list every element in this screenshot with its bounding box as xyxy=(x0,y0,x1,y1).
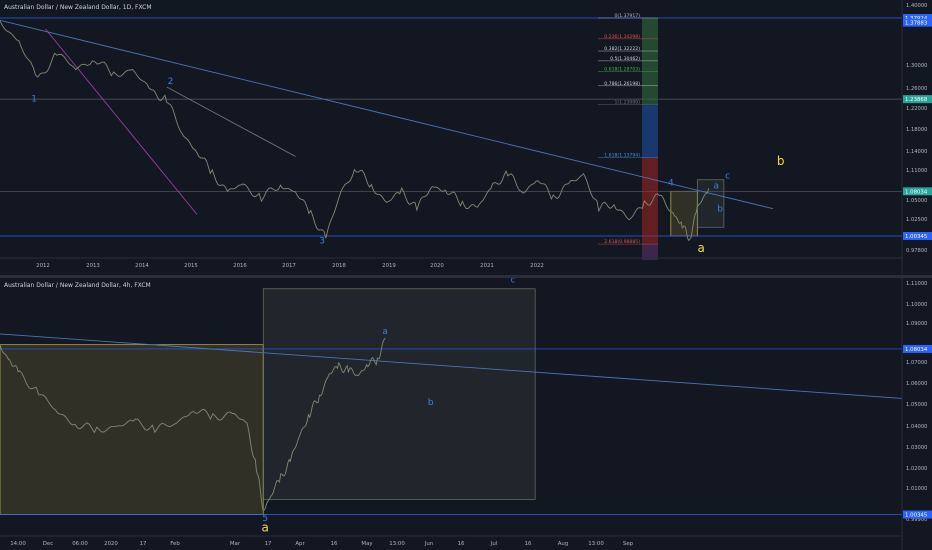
daily-x-tick: 2022 xyxy=(530,263,544,269)
daily-y-tick: 1.22000 xyxy=(906,106,927,112)
daily-x-tick: 2013 xyxy=(86,263,100,269)
4h-x-tick: Jun xyxy=(424,541,433,547)
daily-wave-label-b[interactable]: b xyxy=(777,154,785,168)
daily-wave-label-3[interactable]: 3 xyxy=(319,237,325,247)
daily-x-tick: 2018 xyxy=(332,263,346,269)
4h-x-tick: 14:00 xyxy=(10,541,26,547)
fib-zone-blue xyxy=(642,104,658,158)
4h-x-tick: 16 xyxy=(525,541,532,547)
fib-level-label-1: 0.236(1.34298) xyxy=(604,34,640,40)
daily-chart-pane[interactable]: 0(1.37917) 0.236(1.34298) 0.382(1.32222) 0.… xyxy=(0,0,932,276)
4h-y-tick: 1.07000 xyxy=(906,360,927,366)
4h-x-tick: 17 xyxy=(140,541,147,547)
4h-y-tick: 1.11000 xyxy=(906,281,927,287)
4h-chart-title: Australian Dollar / New Zealand Dollar, … xyxy=(4,282,151,289)
fib-level-label-8: 2.618(0.98885) xyxy=(604,239,640,245)
4h-x-tick: 16 xyxy=(331,541,338,547)
daily-y-tick: 1.30000 xyxy=(906,63,927,69)
4h-wave-label-a[interactable]: a xyxy=(262,521,269,535)
4h-wave-label-c[interactable]: c xyxy=(510,278,515,285)
daily-x-tick: 2012 xyxy=(36,263,50,269)
daily-range-box-0[interactable] xyxy=(670,190,698,237)
daily-wave-label-4[interactable]: 4 xyxy=(668,179,674,189)
daily-x-tick: 2020 xyxy=(430,263,444,269)
daily-trendline-2[interactable] xyxy=(45,28,198,215)
daily-y-tick: 1.14000 xyxy=(906,149,927,155)
4h-x-tick: 13:00 xyxy=(588,541,604,547)
4h-x-tick: Aug xyxy=(558,541,569,547)
4h-range-box-0[interactable] xyxy=(0,344,264,515)
daily-y-tick: 0.97800 xyxy=(906,248,927,254)
daily-wave-label-c[interactable]: c xyxy=(725,172,730,182)
daily-y-tick: 1.02500 xyxy=(906,217,927,223)
4h-x-tick: Mar xyxy=(230,541,241,547)
4h-chart-pane[interactable]: a b c 5 a 1.11000 1.10000 1.09000 1.07000 1.06000… xyxy=(0,278,932,550)
daily-y-tick: 1.18000 xyxy=(906,127,927,133)
4h-x-tick: May xyxy=(361,541,373,547)
daily-wave-label-a[interactable]: a xyxy=(697,241,704,255)
daily-x-tick: 2017 xyxy=(282,263,296,269)
4h-wave-label-a[interactable]: a xyxy=(382,327,388,337)
daily-range-box-1[interactable] xyxy=(696,179,725,228)
4h-x-tick: Jul xyxy=(490,541,498,547)
daily-y-tick: 1.11000 xyxy=(906,168,927,174)
daily-x-tick: 2015 xyxy=(184,263,198,269)
4h-y-tick: 1.06000 xyxy=(906,381,927,387)
daily-price-tag: 1.23868 xyxy=(905,97,928,103)
daily-trendline-1[interactable] xyxy=(166,86,296,157)
daily-price-tag: 1.37883 xyxy=(905,21,927,27)
4h-y-tick: 1.05000 xyxy=(906,402,927,408)
daily-price-tag: 1.08034 xyxy=(905,189,928,195)
fib-level-label-3: 0.5(1.30462) xyxy=(610,56,640,62)
4h-x-tick: 2020 xyxy=(104,541,118,547)
4h-y-tick: 1.04000 xyxy=(906,424,927,430)
fib-level-label-0: 0(1.37917) xyxy=(614,13,640,19)
4h-y-tick: 1.09000 xyxy=(906,321,927,327)
daily-chart[interactable]: 0(1.37917) 0.236(1.34298) 0.382(1.32222) 0.… xyxy=(0,0,932,276)
fib-level-label-7: 1.618(1.13794) xyxy=(604,153,640,159)
4h-x-tick: 16 xyxy=(458,541,465,547)
4h-y-tick: 1.03000 xyxy=(906,445,927,451)
daily-price-series xyxy=(0,20,710,242)
4h-range-box-1[interactable] xyxy=(262,288,536,500)
4h-price-tag: 1.00345 xyxy=(905,513,927,519)
daily-y-tick: 1.40000 xyxy=(906,3,927,9)
fib-level-label-4: 0.618(1.28703) xyxy=(604,66,640,72)
4h-wave-label-b[interactable]: b xyxy=(428,398,434,408)
4h-x-tick: 06:00 xyxy=(72,541,88,547)
4h-chart[interactable]: abc5a1.110001.100001.090001.070001.06000… xyxy=(0,278,932,550)
fib-level-label-2: 0.382(1.32222) xyxy=(604,46,640,52)
daily-y-tick: 1.26000 xyxy=(906,86,927,92)
fib-level-label-6: 1(1.23000) xyxy=(614,99,640,105)
daily-x-tick: 2016 xyxy=(233,263,247,269)
fib-zone-upper xyxy=(642,17,658,105)
daily-x-tick: 2019 xyxy=(382,263,396,269)
4h-y-tick: 1.10000 xyxy=(906,302,927,308)
daily-y-tick: 1.05000 xyxy=(906,198,927,204)
4h-x-tick: Apr xyxy=(295,541,305,547)
4h-y-tick: 1.01000 xyxy=(906,486,927,492)
4h-y-tick: 1.02000 xyxy=(906,466,927,472)
daily-wave-label-a[interactable]: a xyxy=(714,181,720,191)
daily-chart-title: Australian Dollar / New Zealand Dollar, … xyxy=(4,4,152,11)
daily-x-tick: 2014 xyxy=(135,263,149,269)
4h-price-tag: 1.08034 xyxy=(905,347,928,353)
fib-level-label-5: 0.786(1.26198) xyxy=(604,81,640,87)
daily-wave-label-b[interactable]: b xyxy=(717,205,723,215)
4h-x-tick: Feb xyxy=(170,541,180,547)
4h-x-tick: Dec xyxy=(43,541,53,547)
daily-price-tag: 1.00345 xyxy=(905,234,927,240)
4h-x-tick: 17 xyxy=(265,541,272,547)
4h-y-axis[interactable] xyxy=(902,278,932,550)
daily-x-tick: 2021 xyxy=(480,263,494,269)
daily-wave-label-1[interactable]: 1 xyxy=(31,94,37,104)
daily-wave-label-2[interactable]: 2 xyxy=(168,77,174,87)
4h-x-tick: Sep xyxy=(623,541,634,547)
4h-x-tick: 13:00 xyxy=(389,541,405,547)
